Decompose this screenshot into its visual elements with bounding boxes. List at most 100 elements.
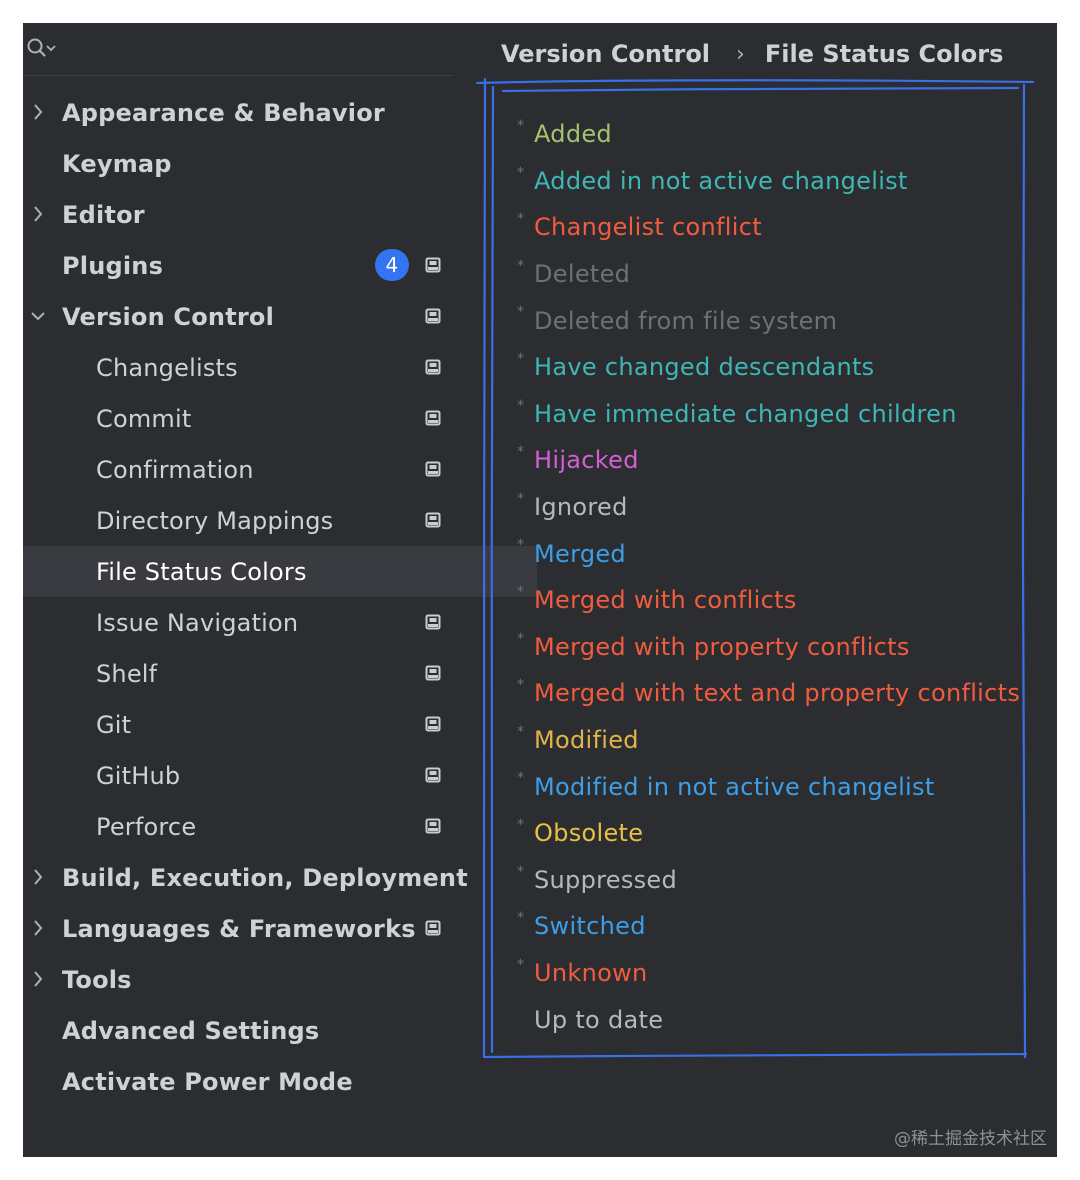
sidebar-item-changelists[interactable]: Changelists bbox=[23, 342, 537, 393]
file-status-item-deleted-from-file-system[interactable]: * Deleted from file system bbox=[513, 297, 1053, 344]
project-settings-icon bbox=[425, 665, 441, 681]
sidebar-item-version-control[interactable]: Version Control bbox=[23, 291, 503, 342]
file-status-item-merged-with-text-and-property-conflicts[interactable]: * Merged with text and property conflicts bbox=[513, 670, 1053, 717]
breadcrumb-current: File Status Colors bbox=[764, 40, 1004, 68]
file-status-item-up-to-date[interactable]: Up to date bbox=[513, 996, 1053, 1043]
file-status-item-ignored[interactable]: * Ignored bbox=[513, 484, 1053, 531]
sidebar-item-label: Issue Navigation bbox=[96, 608, 299, 637]
watermark: @稀土掘金技术社区 bbox=[894, 1129, 1047, 1149]
sidebar-item-label: Build, Execution, Deployment bbox=[62, 863, 468, 892]
file-status-item-modified[interactable]: * Modified bbox=[513, 717, 1053, 764]
file-status-item-hijacked[interactable]: * Hijacked bbox=[513, 437, 1053, 484]
sidebar-item-plugins[interactable]: Plugins 4 bbox=[23, 240, 503, 291]
settings-tree: Appearance & Behavior Keymap Editor Plugins… bbox=[23, 87, 537, 1107]
project-settings-icon bbox=[425, 818, 441, 834]
customized-marker-icon: * bbox=[517, 677, 524, 694]
file-status-item-added-in-not-active-changelist[interactable]: * Added in not active changelist bbox=[513, 158, 1053, 205]
customized-marker-icon: * bbox=[517, 444, 524, 461]
sidebar-item-git[interactable]: Git bbox=[23, 699, 537, 750]
updates-count-badge: 4 bbox=[375, 249, 409, 281]
breadcrumb-separator: › bbox=[736, 41, 745, 67]
customized-marker-icon: * bbox=[517, 257, 524, 274]
file-status-item-added[interactable]: * Added bbox=[513, 111, 1053, 158]
customized-marker-icon: * bbox=[517, 397, 524, 414]
sidebar-item-keymap[interactable]: Keymap bbox=[23, 138, 503, 189]
file-status-name: Deleted bbox=[534, 260, 631, 289]
project-settings-icon bbox=[425, 512, 441, 528]
search-field[interactable] bbox=[23, 23, 453, 76]
chevron-right-icon[interactable] bbox=[29, 916, 47, 940]
sidebar-item-label: Commit bbox=[96, 404, 192, 433]
file-status-item-deleted[interactable]: * Deleted bbox=[513, 251, 1053, 298]
customized-marker-icon: * bbox=[517, 816, 524, 833]
project-settings-icon bbox=[425, 410, 441, 426]
customized-marker-icon: * bbox=[517, 910, 524, 927]
file-status-name: Changelist conflict bbox=[534, 213, 762, 242]
chevron-right-icon[interactable] bbox=[29, 202, 47, 226]
file-status-item-have-changed-descendants[interactable]: * Have changed descendants bbox=[513, 344, 1053, 391]
customized-marker-icon: * bbox=[517, 583, 524, 600]
sidebar-item-label: Tools bbox=[62, 965, 132, 994]
customized-marker-icon: * bbox=[517, 630, 524, 647]
customized-marker-icon: * bbox=[517, 537, 524, 554]
file-status-item-modified-in-not-active-changelist[interactable]: * Modified in not active changelist bbox=[513, 763, 1053, 810]
file-status-item-merged-with-property-conflicts[interactable]: * Merged with property conflicts bbox=[513, 624, 1053, 671]
file-status-item-changelist-conflict[interactable]: * Changelist conflict bbox=[513, 204, 1053, 251]
file-status-list: * Added * Added in not active changelist * Ch… bbox=[513, 111, 1053, 1043]
breadcrumb: Version Control › File Status Colors bbox=[501, 37, 1003, 71]
file-status-name: Up to date bbox=[534, 1005, 664, 1034]
project-settings-icon bbox=[425, 359, 441, 375]
file-status-name: Added in not active changelist bbox=[534, 166, 908, 195]
customized-marker-icon: * bbox=[517, 863, 524, 880]
sidebar-item-label: Confirmation bbox=[96, 455, 254, 484]
sidebar-item-perforce[interactable]: Perforce bbox=[23, 801, 537, 852]
sidebar-item-confirmation[interactable]: Confirmation bbox=[23, 444, 537, 495]
customized-marker-icon: * bbox=[517, 490, 524, 507]
sidebar-item-activate-power-mode[interactable]: Activate Power Mode bbox=[23, 1056, 503, 1107]
file-status-item-merged-with-conflicts[interactable]: * Merged with conflicts bbox=[513, 577, 1053, 624]
sidebar-item-label: GitHub bbox=[96, 761, 181, 790]
chevron-right-icon[interactable] bbox=[29, 967, 47, 991]
sidebar-item-shelf[interactable]: Shelf bbox=[23, 648, 537, 699]
sidebar-item-editor[interactable]: Editor bbox=[23, 189, 503, 240]
file-status-item-merged[interactable]: * Merged bbox=[513, 530, 1053, 577]
sidebar-item-label: File Status Colors bbox=[96, 557, 307, 586]
chevron-down-icon[interactable] bbox=[29, 304, 47, 328]
sidebar-item-commit[interactable]: Commit bbox=[23, 393, 537, 444]
file-status-item-suppressed[interactable]: * Suppressed bbox=[513, 857, 1053, 904]
breadcrumb-parent[interactable]: Version Control bbox=[501, 40, 710, 68]
sidebar-item-github[interactable]: GitHub bbox=[23, 750, 537, 801]
project-settings-icon bbox=[425, 716, 441, 732]
sidebar-item-label: Shelf bbox=[96, 659, 158, 688]
sidebar-item-label: Git bbox=[96, 710, 132, 739]
sidebar-item-directory-mappings[interactable]: Directory Mappings bbox=[23, 495, 537, 546]
file-status-item-unknown[interactable]: * Unknown bbox=[513, 950, 1053, 997]
sidebar-item-build-execution-deployment[interactable]: Build, Execution, Deployment bbox=[23, 852, 503, 903]
file-status-name: Added bbox=[534, 120, 612, 149]
sidebar-item-file-status-colors[interactable]: File Status Colors bbox=[23, 546, 537, 597]
file-status-name: Merged with property conflicts bbox=[534, 632, 910, 661]
file-status-item-switched[interactable]: * Switched bbox=[513, 903, 1053, 950]
file-status-item-have-immediate-changed-children[interactable]: * Have immediate changed children bbox=[513, 391, 1053, 438]
sidebar-item-advanced-settings[interactable]: Advanced Settings bbox=[23, 1005, 503, 1056]
sidebar-item-appearance-and-behavior[interactable]: Appearance & Behavior bbox=[23, 87, 503, 138]
sidebar-item-label: Editor bbox=[62, 200, 145, 229]
project-settings-icon bbox=[425, 767, 441, 783]
chevron-right-icon[interactable] bbox=[29, 865, 47, 889]
sidebar-item-label: Changelists bbox=[96, 353, 238, 382]
sidebar-item-tools[interactable]: Tools bbox=[23, 954, 503, 1005]
sidebar-item-issue-navigation[interactable]: Issue Navigation bbox=[23, 597, 537, 648]
chevron-right-icon[interactable] bbox=[29, 100, 47, 124]
sidebar-item-label: Keymap bbox=[62, 149, 172, 178]
customized-marker-icon: * bbox=[517, 350, 524, 367]
file-status-name: Unknown bbox=[534, 958, 648, 987]
project-settings-icon bbox=[425, 461, 441, 477]
customized-marker-icon: * bbox=[517, 211, 524, 228]
sidebar-item-languages-and-frameworks[interactable]: Languages & Frameworks bbox=[23, 903, 503, 954]
customized-marker-icon: * bbox=[517, 118, 524, 134]
search-icon[interactable] bbox=[26, 37, 56, 61]
customized-marker-icon: * bbox=[517, 723, 524, 740]
file-status-name: Modified bbox=[534, 726, 639, 755]
file-status-name: Merged with text and property conflicts bbox=[534, 679, 1021, 708]
file-status-item-obsolete[interactable]: * Obsolete bbox=[513, 810, 1053, 857]
